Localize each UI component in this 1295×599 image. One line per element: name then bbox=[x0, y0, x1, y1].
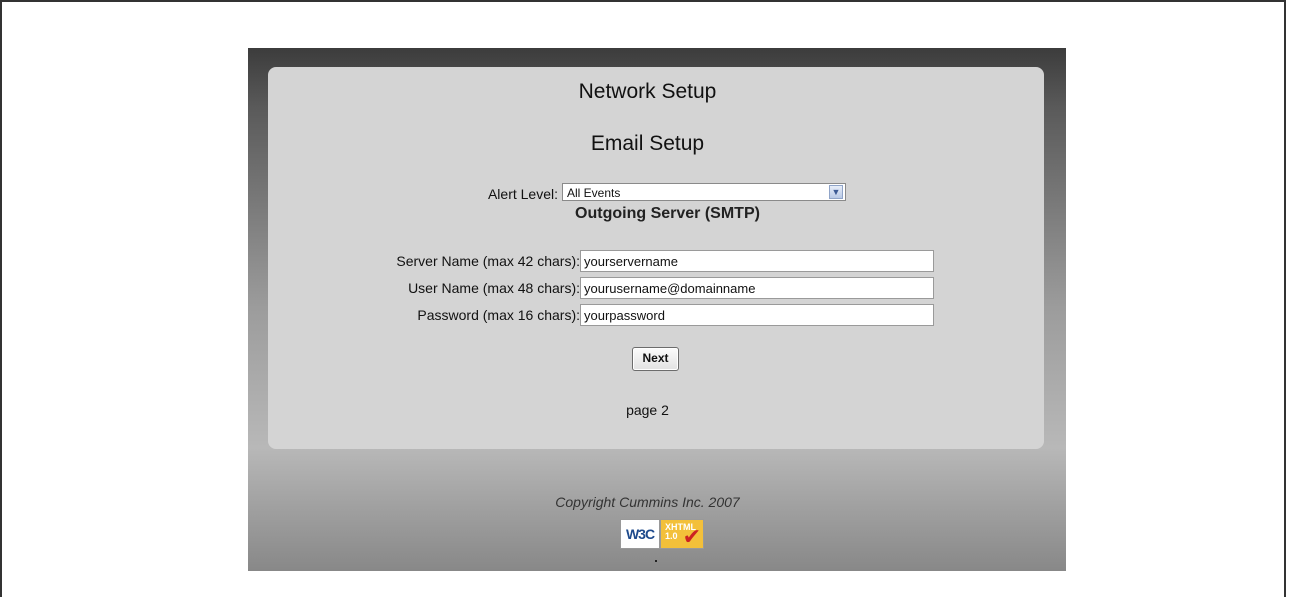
checkmark-icon: ✔ bbox=[682, 524, 701, 549]
password-field[interactable]: yourpassword bbox=[580, 304, 934, 326]
divider-dot bbox=[655, 560, 657, 562]
alert-level-value: All Events bbox=[567, 186, 621, 200]
user-name-field[interactable]: yourusername@domainname bbox=[580, 277, 934, 299]
copyright-text: Copyright Cummins Inc. 2007 bbox=[555, 494, 740, 510]
chevron-down-icon[interactable]: ▼ bbox=[829, 185, 843, 199]
page-number: page 2 bbox=[626, 402, 669, 418]
w3c-xhtml-badge[interactable]: W3C XHTML 1.0 ✔ bbox=[620, 519, 704, 549]
server-name-field[interactable]: yourservername bbox=[580, 250, 934, 272]
next-button[interactable]: Next bbox=[632, 347, 679, 371]
xhtml-badge: XHTML 1.0 ✔ bbox=[660, 519, 704, 549]
server-name-label: Server Name (max 42 chars): bbox=[396, 253, 580, 269]
alert-level-label: Alert Level: bbox=[487, 186, 558, 202]
page-title: Network Setup bbox=[578, 80, 717, 103]
w3c-logo: W3C bbox=[620, 519, 660, 549]
user-name-label: User Name (max 48 chars): bbox=[408, 280, 580, 296]
page-subtitle: Email Setup bbox=[590, 132, 705, 155]
password-label: Password (max 16 chars): bbox=[417, 307, 580, 323]
smtp-section-title: Outgoing Server (SMTP) bbox=[575, 205, 760, 222]
alert-level-select[interactable]: All Events ▼ bbox=[562, 183, 846, 201]
